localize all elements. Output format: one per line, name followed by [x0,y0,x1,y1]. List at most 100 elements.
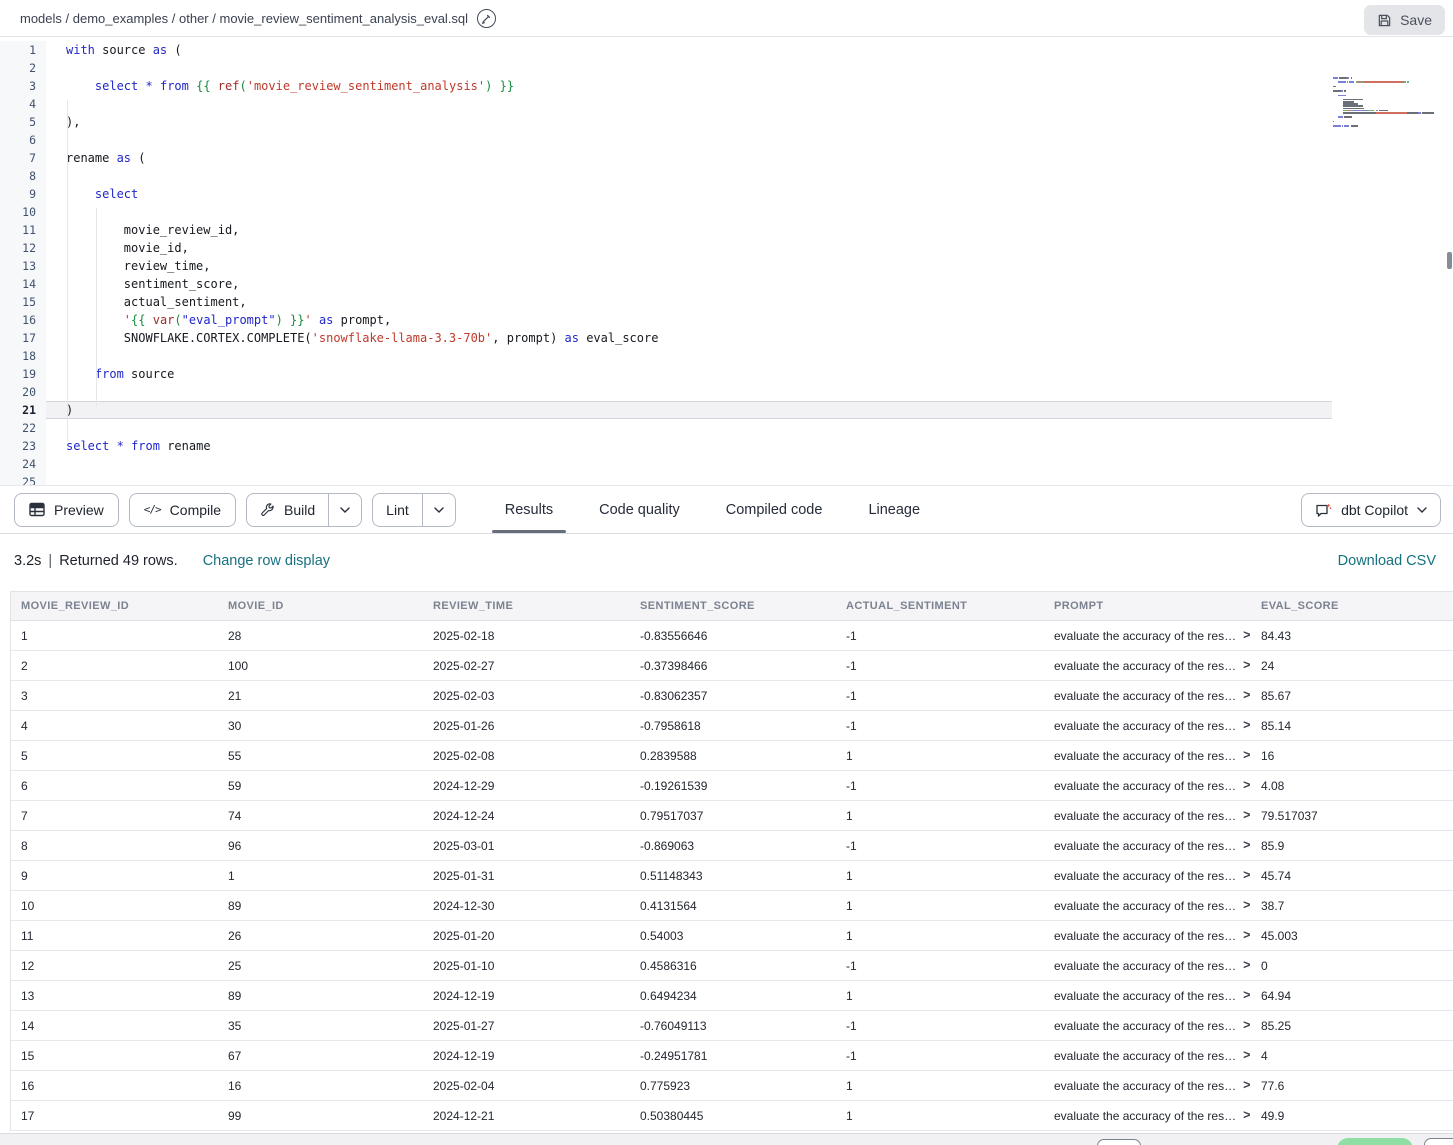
code-line[interactable]: 23select * from rename [0,437,1453,455]
cell-sentiment_score: 0.4586316 [630,959,836,973]
cell-actual_sentiment: 1 [836,1079,1044,1093]
tab-lineage[interactable]: Lineage [855,486,933,533]
dbt-ide-window: models / demo_examples / other / movie_r… [0,0,1453,1145]
column-header-sentiment_score[interactable]: SENTIMENT_SCORE [630,600,836,612]
save-button[interactable]: Save [1364,5,1445,35]
code-line[interactable]: 2 [0,59,1453,77]
code-line[interactable]: 19 from source [0,365,1453,383]
code-line[interactable]: 9 select [0,185,1453,203]
line-content [46,203,1332,221]
column-header-eval_score[interactable]: EVAL_SCORE [1251,600,1453,612]
prompt-expand-chevron[interactable]: > [1243,719,1250,732]
lint-button[interactable]: Lint [373,494,422,526]
cell-sentiment_score: -0.869063 [630,839,836,853]
build-button[interactable]: Build [247,494,328,526]
breadcrumb-item[interactable]: movie_review_sentiment_analysis_eval.sql [219,11,468,26]
code-line[interactable]: 1with source as ( [0,41,1453,59]
code-line[interactable]: 13 review_time, [0,257,1453,275]
column-header-review_time[interactable]: REVIEW_TIME [423,600,630,612]
cell-review_time: 2024-12-29 [423,779,630,793]
copilot-dropdown-caret[interactable] [1417,507,1427,513]
cell-sentiment_score: 0.79517037 [630,809,836,823]
minimap[interactable] [1333,77,1445,132]
change-row-display-link[interactable]: Change row display [203,553,330,569]
prompt-expand-chevron[interactable]: > [1243,1109,1250,1122]
prompt-expand-chevron[interactable]: > [1243,839,1250,852]
breadcrumb-item[interactable]: models [20,11,62,26]
prompt-expand-chevron[interactable]: > [1243,989,1250,1002]
column-header-actual_sentiment[interactable]: ACTUAL_SENTIMENT [836,600,1044,612]
code-line[interactable]: 7rename as ( [0,149,1453,167]
cell-movie_id: 89 [218,899,423,913]
tab-code-quality[interactable]: Code quality [586,486,693,533]
prompt-expand-chevron[interactable]: > [1243,959,1250,972]
compile-button[interactable]: </> Compile [129,493,236,527]
cell-movie_id: 89 [218,989,423,1003]
cell-movie_review_id: 7 [11,809,218,823]
column-header-prompt[interactable]: PROMPT [1044,600,1251,612]
cell-actual_sentiment: -1 [836,629,1044,643]
cell-prompt: evaluate the accuracy of the res…> [1044,959,1251,973]
code-line[interactable]: 6 [0,131,1453,149]
prompt-expand-chevron[interactable]: > [1243,809,1250,822]
editor-scrollbar-thumb[interactable] [1447,252,1452,269]
code-line[interactable]: 8 [0,167,1453,185]
cell-sentiment_score: -0.83556646 [630,629,836,643]
download-csv-link[interactable]: Download CSV [1338,553,1436,569]
code-line[interactable]: 20 [0,383,1453,401]
prompt-preview-text: evaluate the accuracy of the res… [1054,809,1236,823]
cell-movie_id: 35 [218,1019,423,1033]
cell-eval_score: 85.67 [1251,689,1453,703]
code-line[interactable]: 3 select * from {{ ref('movie_review_sen… [0,77,1453,95]
code-line[interactable]: 5), [0,113,1453,131]
tab-results[interactable]: Results [492,486,566,533]
line-number: 10 [0,203,46,221]
code-line[interactable]: 15 actual_sentiment, [0,293,1453,311]
preview-button[interactable]: Preview [14,493,119,527]
bottom-partial-button[interactable] [1097,1139,1141,1145]
tab-compiled-code[interactable]: Compiled code [713,486,836,533]
code-editor[interactable]: 1with source as (23 select * from {{ ref… [0,37,1453,485]
code-line[interactable]: 14 sentiment_score, [0,275,1453,293]
code-line[interactable]: 10 [0,203,1453,221]
code-line[interactable]: 16 '{{ var("eval_prompt") }}' as prompt, [0,311,1453,329]
column-header-movie_review_id[interactable]: MOVIE_REVIEW_ID [11,600,218,612]
bottom-green-pill[interactable] [1337,1138,1413,1145]
code-lines: 1with source as (23 select * from {{ ref… [0,41,1453,485]
dbt-copilot-button[interactable]: dbt Copilot [1301,493,1441,527]
prompt-expand-chevron[interactable]: > [1243,869,1250,882]
prompt-expand-chevron[interactable]: > [1243,1049,1250,1062]
breadcrumb-item[interactable]: demo_examples [73,11,168,26]
code-line[interactable]: 22 [0,419,1453,437]
cell-actual_sentiment: -1 [836,959,1044,973]
prompt-expand-chevron[interactable]: > [1243,629,1250,642]
cell-sentiment_score: -0.37398466 [630,659,836,673]
cell-movie_review_id: 10 [11,899,218,913]
breadcrumb-item[interactable]: other [179,11,209,26]
prompt-expand-chevron[interactable]: > [1243,1019,1250,1032]
prompt-expand-chevron[interactable]: > [1243,1079,1250,1092]
prompt-expand-chevron[interactable]: > [1243,749,1250,762]
prompt-expand-chevron[interactable]: > [1243,779,1250,792]
prompt-expand-chevron[interactable]: > [1243,689,1250,702]
prompt-expand-chevron[interactable]: > [1243,899,1250,912]
code-line[interactable]: 25 [0,473,1453,485]
column-header-movie_id[interactable]: MOVIE_ID [218,600,423,612]
code-line[interactable]: 12 movie_id, [0,239,1453,257]
code-line[interactable]: 11 movie_review_id, [0,221,1453,239]
code-line[interactable]: 24 [0,455,1453,473]
cell-eval_score: 45.003 [1251,929,1453,943]
prompt-expand-chevron[interactable]: > [1243,929,1250,942]
code-line[interactable]: 21) [0,401,1453,419]
bottom-partial-button-right[interactable] [1424,1138,1453,1145]
breadcrumb-separator: / [62,11,73,26]
code-line[interactable]: 4 [0,95,1453,113]
build-dropdown-caret[interactable] [328,494,361,526]
code-line[interactable]: 18 [0,347,1453,365]
cell-prompt: evaluate the accuracy of the res…> [1044,1049,1251,1063]
code-line[interactable]: 17 SNOWFLAKE.CORTEX.COMPLETE('snowflake-… [0,329,1453,347]
jinja-edit-icon[interactable] [477,9,496,28]
prompt-expand-chevron[interactable]: > [1243,659,1250,672]
lint-dropdown-caret[interactable] [422,494,455,526]
cell-prompt: evaluate the accuracy of the res…> [1044,1019,1251,1033]
